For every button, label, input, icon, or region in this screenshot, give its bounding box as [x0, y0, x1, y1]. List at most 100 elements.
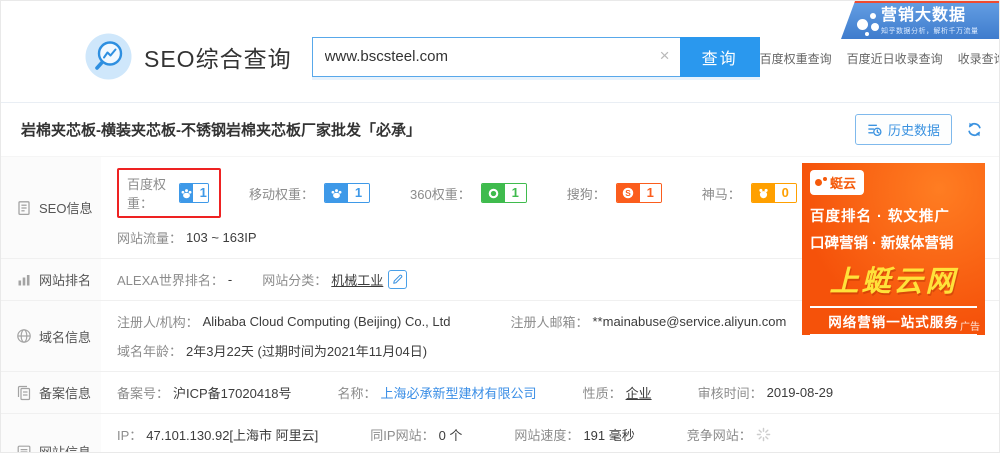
search-input[interactable]: [311, 36, 680, 77]
icp-name-label: 名称：: [337, 386, 377, 401]
icp-audit-time: 审核时间： 2019-08-29: [698, 383, 834, 402]
icp-audit-label: 审核时间：: [697, 386, 763, 401]
ad-line-3: 上蜓云网: [829, 266, 958, 298]
sogou-weight-value: 1: [639, 184, 661, 202]
baidu-weight-label: 百度权重：: [127, 177, 167, 211]
search-box: × 查询: [311, 36, 760, 77]
registrant: 注册人/机构： Alibaba Cloud Computing (Beijing…: [117, 312, 450, 331]
baidu-paw-icon: [325, 184, 349, 202]
ad-line-2: 口碑营销 · 新媒体营销: [810, 236, 954, 252]
ip-label: IP：: [117, 428, 143, 443]
baidu-paw-icon: [179, 184, 193, 202]
icp-audit-value: 2019-08-29: [766, 385, 834, 400]
ad-line-1: 百度排名 · 软文推广: [810, 209, 950, 225]
tingyun-ad-banner[interactable]: 蜓云 百度排名 · 软文推广 口碑营销 · 新媒体营销 上蜓云网 网络营销一站式…: [802, 163, 985, 335]
sidebar-label: 域名信息: [39, 329, 92, 345]
tingyun-logo: 蜓云: [810, 170, 865, 195]
seo-logo-icon: [85, 33, 132, 80]
so360-weight-badge[interactable]: 1: [480, 183, 527, 203]
email-value: **mainabuse@service.aliyun.com: [592, 314, 787, 329]
shenma-icon: [751, 184, 775, 202]
so360-weight-value: 1: [504, 184, 526, 202]
ip-value: 47.101.130.92[上海市 阿里云]: [146, 428, 319, 443]
so360-weight: 360权重： 1: [410, 183, 527, 203]
domain-age: 域名年龄： 2年3月22天 (过期时间为2021年11月04日): [117, 341, 427, 360]
link-baidu-recent-index-query[interactable]: 百度近日收录查询: [847, 50, 943, 67]
title-bar: 岩棉夹芯板-横装夹芯板-不锈钢岩棉夹芯板厂家批发「必承」 历史数据: [1, 103, 999, 157]
header-links: 百度权重查询 百度近日收录查询 收录查询: [760, 46, 999, 67]
baidu-weight-value: 1: [192, 184, 208, 202]
icp-number-value: 沪ICP备17020418号: [173, 386, 292, 401]
same-ip-sites: 同IP网站： 0 个: [370, 425, 462, 444]
competitor-label: 竞争网站：: [686, 428, 752, 443]
email-label: 注册人邮箱：: [510, 315, 589, 330]
shenma-weight-label: 神马：: [701, 186, 741, 202]
bar-chart-icon: [18, 274, 30, 285]
icp-company-link[interactable]: 上海必承新型建材有限公司: [381, 383, 537, 402]
page-logo-title: SEO综合查询: [144, 45, 292, 72]
globe-icon: [17, 329, 31, 343]
competitor-sites: 竞争网站：: [687, 425, 771, 444]
registrant-email: 注册人邮箱： **mainabuse@service.aliyun.com: [510, 312, 786, 331]
list-icon: [17, 445, 31, 452]
sogou-weight-label: 搜狗：: [566, 186, 606, 202]
icp-nature-label: 性质：: [582, 386, 622, 401]
query-button[interactable]: 查询: [679, 36, 760, 77]
registrant-value: Alibaba Cloud Computing (Beijing) Co., L…: [202, 314, 451, 329]
link-index-query[interactable]: 收录查询: [958, 50, 999, 67]
sidebar-label: 网站信息: [39, 445, 92, 453]
mobile-weight-badge[interactable]: 1: [324, 183, 371, 203]
age-label: 域名年龄：: [117, 344, 183, 359]
main-content: SEO信息 百度权重： 1 移动权重： 1 360权重： 1 搜狗： S 1 神…: [1, 157, 999, 453]
history-data-button[interactable]: 历史数据: [854, 114, 952, 145]
edit-category-icon[interactable]: [388, 270, 408, 289]
history-data-label: 历史数据: [887, 123, 940, 138]
mobile-weight: 移动权重： 1: [249, 183, 371, 203]
icp-number: 备案号： 沪ICP备17020418号: [117, 383, 292, 402]
site-title: 岩棉夹芯板-横装夹芯板-不锈钢岩棉夹芯板厂家批发「必承」: [21, 122, 421, 139]
sogou-weight: 搜狗： S 1: [567, 183, 662, 203]
alexa-value: -: [227, 272, 233, 287]
sidebar-label: 备案信息: [39, 386, 92, 401]
alexa-label: ALEXA世界排名：: [117, 273, 224, 288]
speed-value: 191 毫秒: [583, 428, 635, 443]
link-baidu-weight-query[interactable]: 百度权重查询: [760, 50, 832, 67]
ad-tag: 广告: [960, 322, 980, 333]
shenma-weight-badge[interactable]: 0: [750, 183, 797, 203]
icp-nature-value: 企业: [625, 386, 652, 401]
refresh-icon[interactable]: [966, 121, 983, 138]
ip-info: IP： 47.101.130.92[上海市 阿里云]: [117, 425, 318, 444]
category-value[interactable]: 机械工业: [331, 270, 383, 289]
traffic-value: 103 ~ 163IP: [186, 230, 257, 245]
copy-document-icon: [17, 385, 31, 400]
header: SEO综合查询 × 查询 百度权重查询 百度近日收录查询 收录查询: [1, 1, 999, 103]
mobile-weight-label: 移动权重：: [249, 186, 315, 202]
clear-icon[interactable]: ×: [660, 46, 670, 66]
spinner-icon: [756, 427, 771, 442]
same-ip-value: 0 个: [438, 428, 463, 443]
section-site-info: 网站信息 IP： 47.101.130.92[上海市 阿里云] 同IP网站： 0…: [1, 414, 999, 453]
site-category: 网站分类： 机械工业: [262, 270, 408, 289]
tingyun-logo-text: 蜓云: [830, 176, 857, 191]
same-ip-label: 同IP网站：: [370, 428, 435, 443]
mobile-weight-value: 1: [348, 184, 370, 202]
marketing-bigdata-banner[interactable]: 营销大数据 知乎数据分析，解析千万流量: [841, 1, 999, 39]
list-clock-icon: [868, 124, 882, 137]
seo-query-page: 营销大数据 知乎数据分析，解析千万流量 SEO综合查询 × 查询 百度权重查询 …: [0, 0, 1000, 453]
sidebar-label: SEO信息: [39, 201, 93, 216]
sidebar-label: 网站排名: [39, 273, 92, 288]
speed-label: 网站速度：: [514, 428, 580, 443]
ad-line-4: 网络营销一站式服务: [810, 306, 977, 335]
icp-number-label: 备案号：: [117, 386, 170, 401]
sogou-weight-badge[interactable]: S 1: [615, 183, 662, 203]
alexa-rank: ALEXA世界排名： -: [117, 270, 232, 289]
section-icp-info: 备案信息 备案号： 沪ICP备17020418号 名称： 上海必承新型建材有限公…: [1, 372, 999, 414]
banner-subtitle: 知乎数据分析，解析千万流量: [881, 28, 979, 35]
document-icon: [18, 200, 30, 215]
banner-title: 营销大数据: [881, 7, 967, 24]
360-ring-icon: [481, 184, 505, 202]
baidu-weight-highlight: 百度权重： 1: [117, 168, 221, 218]
baidu-weight-badge[interactable]: 1: [178, 183, 209, 203]
registrant-label: 注册人/机构：: [117, 315, 199, 330]
shenma-weight-value: 0: [774, 184, 796, 202]
